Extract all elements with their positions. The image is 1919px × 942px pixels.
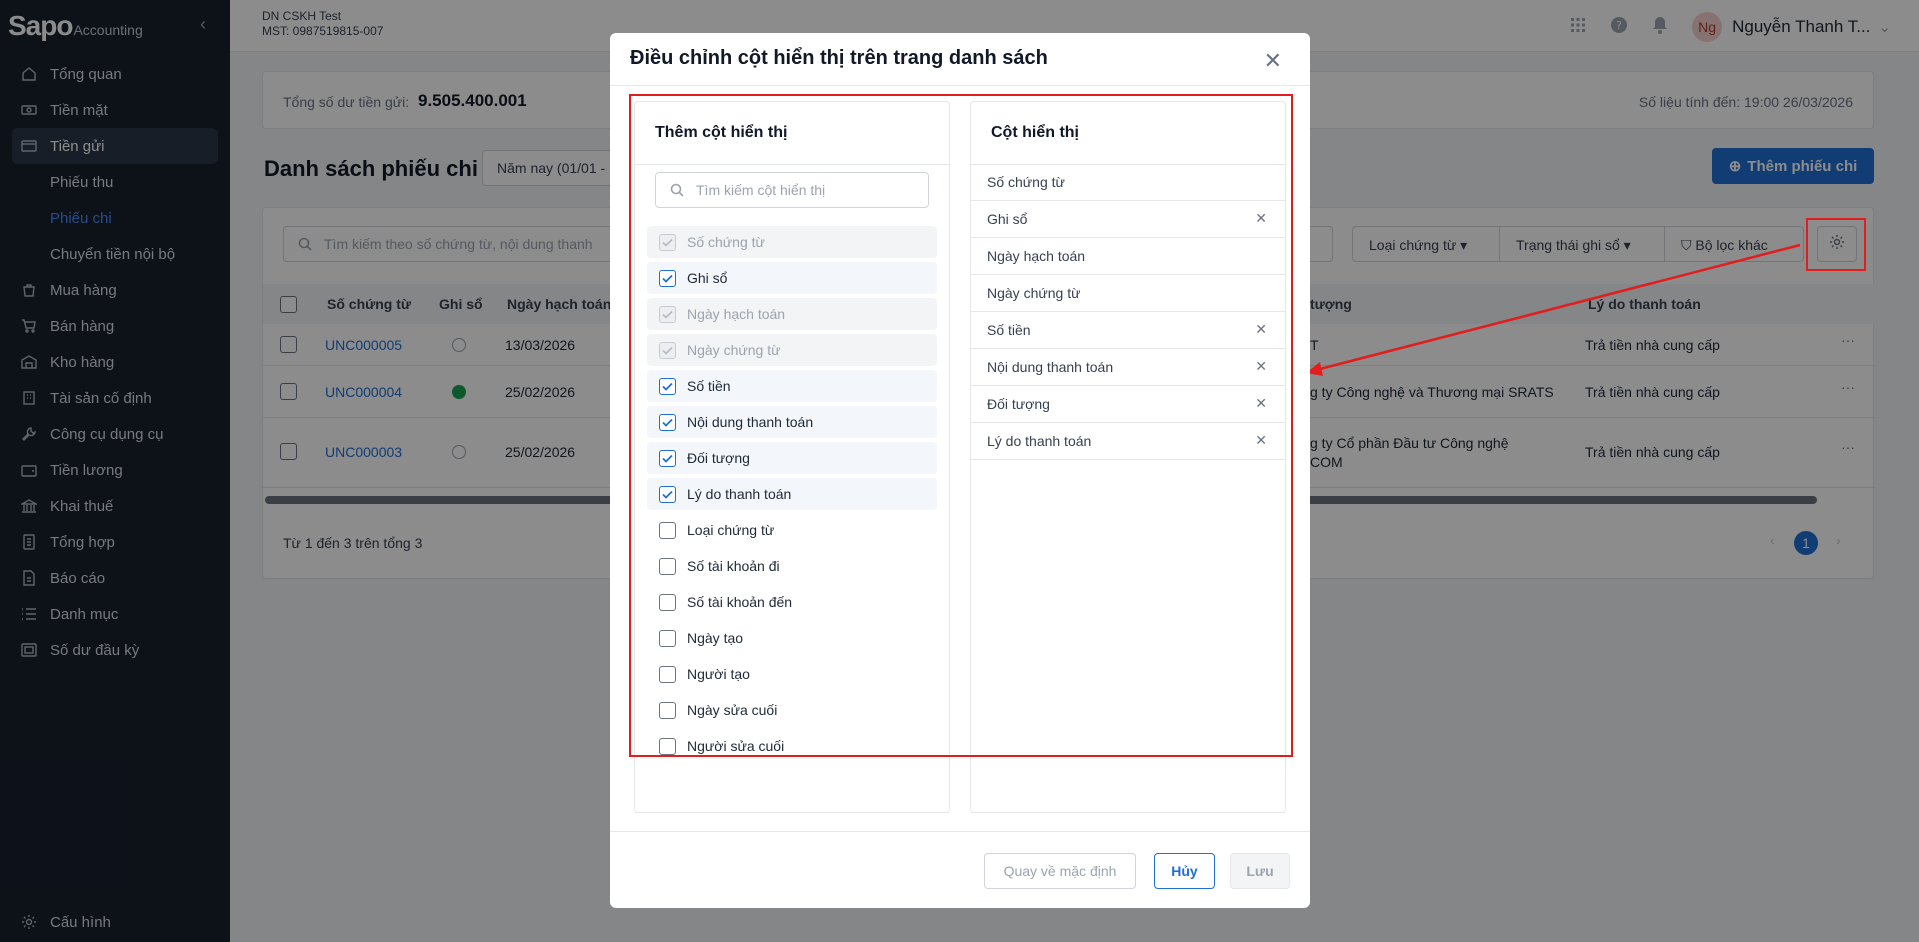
modal-header-divider — [610, 85, 1310, 86]
modal-title: Điều chỉnh cột hiển thị trên trang danh … — [630, 47, 1048, 69]
cancel-button[interactable]: Hủy — [1154, 853, 1215, 889]
reset-default-button[interactable]: Quay về mặc định — [984, 853, 1136, 889]
annotation-panels-highlight — [629, 94, 1293, 757]
modal-footer-divider — [610, 831, 1310, 832]
save-button[interactable]: Lưu — [1230, 853, 1290, 889]
annotation-gear-highlight — [1806, 218, 1866, 271]
close-icon[interactable]: ✕ — [1264, 48, 1282, 74]
